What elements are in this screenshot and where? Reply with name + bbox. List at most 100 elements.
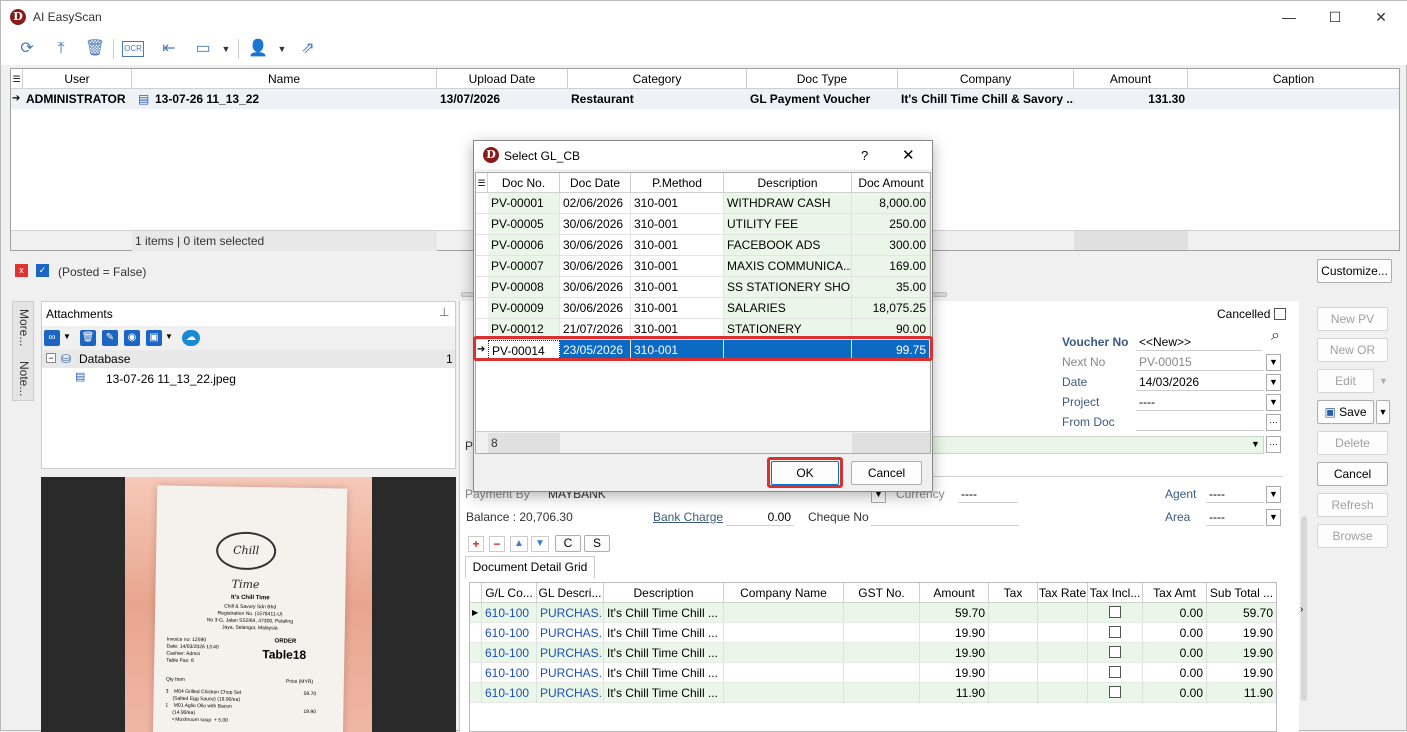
cancel-button[interactable]: Cancel	[1317, 462, 1388, 486]
header-sub-total[interactable]: Sub Total ...	[1207, 583, 1276, 603]
agent-input[interactable]: ----	[1206, 485, 1264, 503]
delete-button[interactable]: Delete	[1317, 431, 1388, 455]
cloud-upload-icon[interactable]: ☁	[182, 330, 200, 346]
browse-button[interactable]: Browse	[1317, 524, 1388, 548]
table-row[interactable]: 610-100 PURCHAS... It's Chill Time Chill .…	[470, 623, 1276, 643]
table-row[interactable]: 610-100 PURCHAS... It's Chill Time Chill .…	[470, 643, 1276, 663]
link-icon[interactable]: ∞	[44, 330, 60, 346]
save-dropdown-button[interactable]: ▼	[1376, 400, 1390, 424]
from-doc-input[interactable]	[1136, 413, 1264, 431]
panel-dropdown-icon[interactable]: ▼	[219, 38, 233, 60]
search-icon[interactable]: ⌕	[1271, 327, 1280, 345]
tax-incl-checkbox[interactable]	[1109, 606, 1121, 618]
view-icon[interactable]: ◉	[124, 330, 140, 346]
minimize-button[interactable]: —	[1266, 1, 1312, 33]
header-amount[interactable]: Amount	[1074, 69, 1188, 89]
remove-row-icon[interactable]: −	[489, 536, 505, 552]
agent-dropdown[interactable]: ▼	[1266, 486, 1281, 503]
payee-lookup[interactable]: ···	[1266, 436, 1281, 453]
share-icon[interactable]: ⇗	[296, 38, 320, 60]
header-tax-rate[interactable]: Tax Rate	[1038, 583, 1088, 603]
clear-filter-icon[interactable]: x	[15, 264, 28, 277]
tree-root-row[interactable]: − ⛁ Database 1	[42, 350, 455, 368]
header-company-name[interactable]: Company Name	[724, 583, 844, 603]
delete-icon[interactable]: 🗑	[83, 38, 107, 60]
bank-charge-link[interactable]: Bank Charge	[653, 510, 723, 524]
ocr-icon[interactable]: OCR	[122, 41, 144, 57]
cheque-no-input[interactable]	[871, 508, 1019, 526]
header-upload-date[interactable]: Upload Date	[437, 69, 568, 89]
bank-charge-input[interactable]: 0.00	[726, 508, 794, 526]
dialog-grid-menu-icon[interactable]: ☰	[476, 173, 488, 193]
header-gl-desc[interactable]: GL Descri...	[537, 583, 604, 603]
header-company[interactable]: Company	[898, 69, 1074, 89]
close-button[interactable]: ✕	[1358, 1, 1404, 33]
c-button[interactable]: C	[555, 535, 581, 552]
header-tax[interactable]: Tax	[989, 583, 1038, 603]
header-doc-date[interactable]: Doc Date	[560, 173, 631, 193]
cancelled-checkbox[interactable]	[1274, 308, 1286, 320]
tab-note[interactable]: Note...	[17, 361, 31, 396]
layout-icon[interactable]: ⇤	[157, 38, 181, 60]
refresh-icon[interactable]: ⟳	[15, 38, 39, 60]
edit-dropdown-icon[interactable]: ▼	[1379, 376, 1388, 386]
customize-button[interactable]: Customize...	[1317, 259, 1392, 283]
table-row[interactable]: 610-100 PURCHAS... It's Chill Time Chill .…	[470, 683, 1276, 703]
new-or-button[interactable]: New OR	[1317, 338, 1388, 362]
currency-input[interactable]: ----	[958, 485, 1018, 503]
payee-input[interactable]	[931, 436, 1264, 454]
header-category[interactable]: Category	[568, 69, 747, 89]
table-row[interactable]: PV-00007 30/06/2026 310-001 MAXIS COMMUNICA…	[476, 256, 930, 277]
header-gst-no[interactable]: GST No.	[844, 583, 920, 603]
new-pv-button[interactable]: New PV	[1317, 307, 1388, 331]
s-button[interactable]: S	[584, 535, 610, 552]
attachment-file[interactable]: 13-07-26 11_13_22.jpeg	[106, 372, 236, 386]
header-doc-amount[interactable]: Doc Amount	[852, 173, 930, 193]
header-gl-code[interactable]: G/L Co...	[482, 583, 537, 603]
user-icon[interactable]: 👤	[246, 38, 270, 60]
panel-icon[interactable]: ▭	[191, 38, 215, 60]
project-input[interactable]: ----	[1136, 393, 1264, 411]
next-no-input[interactable]: PV-00015	[1136, 353, 1264, 371]
table-row[interactable]: ➔ ADMINISTRATOR ▤ 13-07-26 11_13_22 13/0…	[11, 89, 1399, 109]
expand-arrow-icon[interactable]: ›	[1300, 604, 1303, 615]
tax-incl-checkbox[interactable]	[1109, 626, 1121, 638]
grid-menu-icon[interactable]: ☰	[11, 69, 23, 89]
edit-button[interactable]: Edit	[1317, 369, 1374, 393]
project-dropdown[interactable]: ▼	[1266, 394, 1281, 411]
header-amount[interactable]: Amount	[920, 583, 989, 603]
table-row[interactable]: PV-00006 30/06/2026 310-001 FACEBOOK ADS 300…	[476, 235, 930, 256]
edit-icon[interactable]: ✎	[102, 330, 118, 346]
tab-more[interactable]: More...	[17, 309, 31, 346]
tax-incl-checkbox[interactable]	[1109, 686, 1121, 698]
header-description[interactable]: Description	[604, 583, 724, 603]
table-row[interactable]: ▶ 610-100 PURCHAS... It's Chill Time Chill …	[470, 603, 1276, 623]
dialog-close-button[interactable]: ✕	[902, 146, 915, 164]
link-dropdown-icon[interactable]: ▼	[63, 332, 71, 341]
header-doc-no[interactable]: Doc No.	[488, 173, 560, 193]
area-dropdown[interactable]: ▼	[1266, 509, 1281, 526]
table-row[interactable]: PV-00001 02/06/2026 310-001 WITHDRAW CASH 8,…	[476, 193, 930, 214]
dialog-cancel-button[interactable]: Cancel	[851, 461, 922, 485]
save-attachment-icon[interactable]: ▣	[146, 330, 162, 346]
header-caption[interactable]: Caption	[1188, 69, 1399, 89]
header-tax-incl[interactable]: Tax Incl...	[1088, 583, 1143, 603]
voucher-no-input[interactable]: <<New>>	[1136, 333, 1262, 351]
user-dropdown-icon[interactable]: ▼	[275, 38, 289, 60]
tax-incl-checkbox[interactable]	[1109, 646, 1121, 658]
next-no-dropdown[interactable]: ▼	[1266, 354, 1281, 371]
date-dropdown[interactable]: ▼	[1266, 374, 1281, 391]
area-input[interactable]: ----	[1206, 508, 1264, 526]
delete-attachment-icon[interactable]: 🗑	[80, 330, 96, 346]
move-down-icon[interactable]: ▼	[531, 536, 549, 552]
filter-checkbox[interactable]: ✓	[36, 264, 49, 277]
upload-icon[interactable]: ⤒	[49, 38, 73, 60]
tax-incl-checkbox[interactable]	[1109, 666, 1121, 678]
dialog-help-button[interactable]: ?	[861, 148, 868, 163]
date-input[interactable]: 14/03/2026	[1136, 373, 1264, 391]
save-dropdown-icon[interactable]: ▼	[165, 332, 173, 341]
payee-detail-input[interactable]	[931, 459, 1283, 477]
save-button[interactable]: ▣ Save	[1317, 400, 1374, 424]
payee-dropdown-icon[interactable]: ▼	[1251, 439, 1260, 449]
table-row[interactable]: 610-100 PURCHAS... It's Chill Time Chill .…	[470, 663, 1276, 683]
